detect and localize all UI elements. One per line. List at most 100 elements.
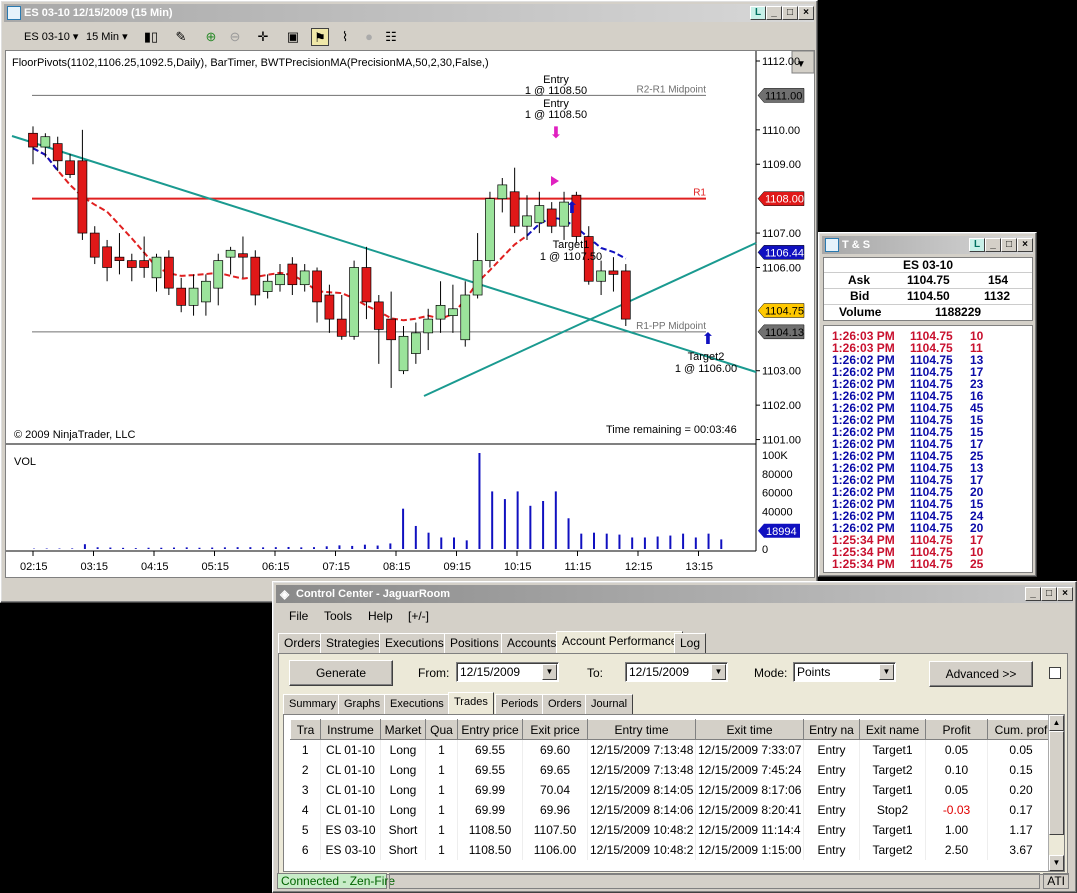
candle-down[interactable] bbox=[77, 160, 88, 234]
ts-minimize-icon[interactable]: _ bbox=[985, 238, 1001, 252]
subtab-journal[interactable]: Journal bbox=[585, 694, 634, 714]
candle-up[interactable] bbox=[448, 308, 458, 317]
mode-selector[interactable]: Points ▼ bbox=[793, 662, 896, 682]
candle-down[interactable] bbox=[164, 256, 174, 289]
chart-titlebar[interactable]: ES 03-10 12/15/2009 (15 Min) L _ □ × bbox=[4, 4, 814, 22]
minimize-icon[interactable]: _ bbox=[766, 6, 782, 20]
properties-icon[interactable]: ▣ bbox=[284, 28, 302, 46]
tab-strategies[interactable]: Strategies bbox=[320, 633, 387, 653]
candle-down[interactable] bbox=[546, 208, 557, 227]
candle-down[interactable] bbox=[620, 270, 631, 320]
column-header[interactable]: Market bbox=[380, 719, 426, 740]
candle-up[interactable] bbox=[40, 136, 51, 148]
tab-executions[interactable]: Executions bbox=[379, 633, 450, 653]
advanced-button[interactable]: Advanced >> bbox=[929, 661, 1033, 687]
column-header[interactable]: Entry na bbox=[803, 719, 860, 740]
table-row[interactable]: 3 CL 01-10 Long 1 69.99 70.04 12/15/2009 8:14:… bbox=[290, 779, 1055, 800]
tab-account-performance[interactable]: Account Performance bbox=[556, 631, 684, 653]
column-header[interactable]: Exit name bbox=[859, 719, 926, 740]
candle-up[interactable] bbox=[201, 280, 211, 303]
candle-down[interactable] bbox=[52, 143, 63, 162]
from-date-picker[interactable]: 12/15/2009 ▼ bbox=[456, 662, 559, 682]
candle-up[interactable] bbox=[188, 287, 199, 306]
price-chart[interactable]: FloorPivots(1102,1106.25,1092.5,Daily), … bbox=[6, 51, 814, 577]
column-header[interactable]: Tra bbox=[290, 719, 321, 740]
candle-up[interactable] bbox=[485, 198, 495, 261]
to-date-picker[interactable]: 12/15/2009 ▼ bbox=[625, 662, 728, 682]
maximize-icon[interactable]: □ bbox=[782, 6, 798, 20]
strategy-icon[interactable]: ⚑ bbox=[311, 28, 329, 46]
scroll-down-icon[interactable]: ▼ bbox=[1049, 855, 1064, 871]
table-row[interactable]: 2 CL 01-10 Long 1 69.55 69.65 12/15/2009 7:13:… bbox=[290, 759, 1055, 780]
candle-up[interactable] bbox=[596, 270, 606, 282]
subtab-periods[interactable]: Periods bbox=[495, 694, 545, 714]
column-header[interactable]: Instrume bbox=[320, 719, 381, 740]
scroll-thumb[interactable] bbox=[1049, 731, 1064, 835]
link-button[interactable]: L bbox=[750, 6, 766, 20]
ati-icon[interactable]: ● bbox=[360, 28, 378, 46]
column-header[interactable]: Cum. prof bbox=[987, 719, 1055, 740]
mode-dropdown-icon[interactable]: ▼ bbox=[879, 664, 894, 680]
candle-down[interactable] bbox=[324, 294, 335, 320]
generate-button[interactable]: Generate bbox=[289, 660, 393, 686]
subtab-orders[interactable]: Orders bbox=[542, 694, 588, 714]
candlestick-style-icon[interactable]: ▮▯ bbox=[142, 28, 160, 46]
cc-minimize-icon[interactable]: _ bbox=[1025, 587, 1041, 601]
candle-up[interactable] bbox=[213, 260, 224, 289]
drawing-tool-icon[interactable]: ✎ bbox=[172, 28, 190, 46]
instrument-selector[interactable]: ES 03-10 ▾ bbox=[24, 28, 78, 46]
subtab-executions[interactable]: Executions bbox=[384, 694, 450, 714]
candle-down[interactable] bbox=[386, 318, 396, 341]
indicators-icon[interactable]: ⌇ bbox=[336, 28, 354, 46]
column-header[interactable]: Exit price bbox=[522, 719, 588, 740]
candle-down[interactable] bbox=[312, 270, 322, 303]
candle-up[interactable] bbox=[151, 256, 162, 279]
candle-up[interactable] bbox=[497, 184, 508, 200]
candle-down[interactable] bbox=[361, 267, 372, 303]
column-header[interactable]: Qua bbox=[425, 719, 458, 740]
candle-down[interactable] bbox=[102, 246, 112, 268]
candle-up[interactable] bbox=[275, 274, 285, 286]
menu-file[interactable]: File bbox=[289, 609, 308, 623]
table-row[interactable]: 4 CL 01-10 Long 1 69.99 69.96 12/15/2009 8:14:… bbox=[290, 799, 1055, 820]
from-date-dropdown-icon[interactable]: ▼ bbox=[542, 664, 557, 680]
cc-titlebar[interactable]: ◈ Control Center - JaguarRoom _ □ × bbox=[276, 585, 1073, 603]
ts-titlebar[interactable]: T & S L _ □ × bbox=[822, 236, 1033, 254]
zoom-out-icon[interactable]: ⊖ bbox=[226, 28, 244, 46]
candle-down[interactable] bbox=[373, 301, 384, 330]
candle-up[interactable] bbox=[534, 205, 545, 224]
close-icon[interactable]: × bbox=[798, 6, 814, 20]
tab-positions[interactable]: Positions bbox=[444, 633, 505, 653]
candle-down[interactable] bbox=[238, 253, 248, 258]
subtab-summary[interactable]: Summary bbox=[283, 694, 343, 714]
candle-up[interactable] bbox=[460, 294, 471, 341]
scroll-up-icon[interactable]: ▲ bbox=[1049, 715, 1064, 731]
candle-down[interactable] bbox=[126, 260, 137, 268]
ts-close-icon[interactable]: × bbox=[1017, 238, 1033, 252]
candle-up[interactable] bbox=[423, 318, 434, 334]
column-header[interactable]: Profit bbox=[925, 719, 988, 740]
chart-area[interactable]: FloorPivots(1102,1106.25,1092.5,Daily), … bbox=[5, 50, 815, 578]
candle-down[interactable] bbox=[114, 256, 125, 261]
candle-up[interactable] bbox=[299, 270, 310, 286]
column-header[interactable]: Exit time bbox=[695, 719, 804, 740]
ts-link-button[interactable]: L bbox=[969, 238, 985, 252]
candle-up[interactable] bbox=[472, 260, 483, 296]
trades-table[interactable]: Tra Instrume Market Qua Entry price Exit pric… bbox=[290, 719, 1055, 860]
cc-close-icon[interactable]: × bbox=[1057, 587, 1073, 601]
menu-tools[interactable]: Tools bbox=[324, 609, 352, 623]
candle-up[interactable] bbox=[411, 332, 421, 354]
crosshair-icon[interactable]: ✛ bbox=[254, 28, 272, 46]
column-header[interactable]: Entry price bbox=[457, 719, 523, 740]
candle-down[interactable] bbox=[65, 160, 75, 175]
trendline-down[interactable] bbox=[11, 135, 757, 373]
to-date-dropdown-icon[interactable]: ▼ bbox=[711, 664, 726, 680]
candle-down[interactable] bbox=[509, 191, 520, 227]
candle-up[interactable] bbox=[225, 249, 236, 258]
ts-trades-list[interactable]: 1:26:03 PM 1104.75 10 1:26:03 PM 1104.75 11 1:… bbox=[823, 325, 1033, 573]
table-row[interactable]: 5 ES 03-10 Short 1 1108.50 1107.50 12/15/2009 … bbox=[290, 819, 1055, 840]
tab-accounts[interactable]: Accounts bbox=[501, 633, 563, 653]
subtab-trades[interactable]: Trades bbox=[448, 692, 494, 714]
candle-down[interactable] bbox=[139, 260, 149, 268]
table-row[interactable]: 6 ES 03-10 Short 1 1108.50 1106.00 12/15/2009 … bbox=[290, 839, 1055, 860]
